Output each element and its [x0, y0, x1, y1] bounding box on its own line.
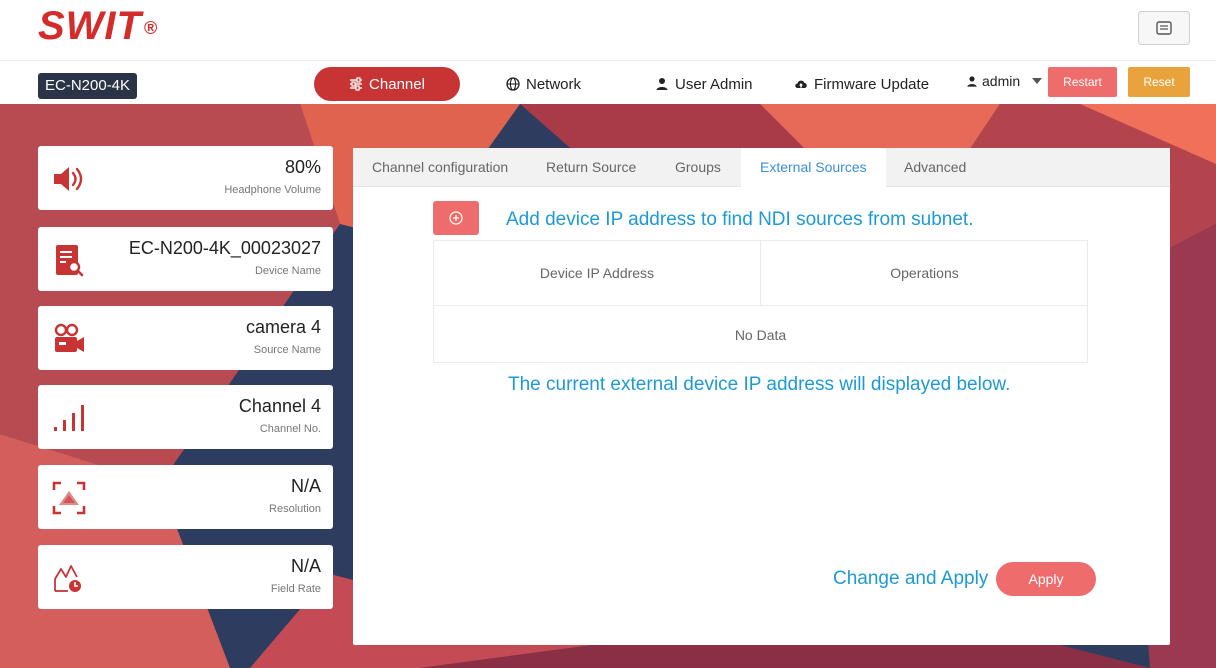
nav-user-admin[interactable]: User Admin — [655, 67, 753, 101]
user-icon — [656, 78, 668, 90]
add-ip-hint: Add device IP address to find NDI source… — [506, 209, 974, 230]
message-button[interactable] — [1138, 11, 1190, 45]
card-resolution: N/A Resolution — [38, 465, 333, 529]
nav-channel-label: Channel — [369, 75, 425, 93]
nav-user-admin-label: User Admin — [675, 75, 753, 93]
plus-circle-icon — [449, 211, 463, 225]
tab-groups[interactable]: Groups — [656, 148, 740, 187]
field-rate-value: N/A — [290, 556, 321, 576]
brand-name: SWIT — [38, 4, 142, 48]
sliders-icon — [350, 77, 363, 91]
video-camera-icon — [54, 323, 84, 352]
apply-caption: Change and Apply — [833, 568, 989, 589]
channel-no-value: Channel 4 — [238, 396, 321, 416]
globe-icon — [506, 77, 520, 91]
device-search-icon — [56, 245, 84, 277]
card-device-name: EC-N200-4K_00023027 Device Name — [38, 227, 333, 291]
cloud-upload-icon — [795, 80, 807, 88]
speaker-icon — [54, 167, 83, 191]
empty-table-row: No Data — [434, 305, 1087, 363]
resolution-label: Resolution — [269, 503, 321, 515]
ip-address-table: Device IP Address Operations No Data — [433, 240, 1088, 363]
card-field-rate: N/A Field Rate — [38, 545, 333, 609]
user-menu[interactable]: admin — [966, 73, 1043, 89]
reset-button[interactable]: Reset — [1128, 67, 1190, 97]
registered-mark: ® — [143, 17, 159, 38]
swit-logo: SWIT ® — [38, 4, 158, 49]
apply-button[interactable]: Apply — [996, 562, 1096, 596]
nav-network[interactable]: Network — [506, 67, 581, 101]
source-name-label: Source Name — [253, 344, 321, 356]
nav-channel[interactable]: Channel — [314, 67, 460, 101]
column-header-ip: Device IP Address — [434, 241, 761, 305]
column-header-operations: Operations — [890, 265, 959, 281]
resolution-icon — [52, 481, 86, 515]
tab-channel-configuration[interactable]: Channel configuration — [353, 148, 527, 187]
tab-return-source[interactable]: Return Source — [527, 148, 655, 187]
message-icon — [1156, 21, 1172, 35]
field-rate-icon — [54, 565, 81, 592]
resolution-value: N/A — [290, 476, 321, 496]
source-name-value: camera 4 — [245, 317, 321, 337]
nav-network-label: Network — [526, 75, 582, 93]
card-source-name: camera 4 Source Name — [38, 306, 333, 370]
user-icon — [967, 75, 977, 87]
top-navbar: EC-N200-4K Channel Network User Admin Fi… — [0, 60, 1216, 104]
device-name-label: Device Name — [254, 265, 321, 277]
restart-button[interactable]: Restart — [1048, 67, 1117, 97]
nav-firmware-update-label: Firmware Update — [814, 75, 930, 93]
nav-firmware-update[interactable]: Firmware Update — [794, 67, 929, 101]
channel-no-label: Channel No. — [259, 423, 321, 435]
card-headphone-volume: 80% Headphone Volume — [38, 146, 333, 210]
signal-bars-icon — [54, 405, 84, 431]
tab-advanced[interactable]: Advanced — [885, 148, 985, 187]
tab-external-sources[interactable]: External Sources — [741, 148, 886, 188]
headphone-volume-label: Headphone Volume — [224, 184, 321, 196]
tab-bar: Channel configuration Return Source Grou… — [353, 148, 1170, 188]
add-ip-button[interactable] — [433, 201, 479, 235]
ip-list-hint: The current external device IP address w… — [508, 374, 1011, 395]
card-channel-no: Channel 4 Channel No. — [38, 385, 333, 449]
field-rate-label: Field Rate — [270, 583, 321, 595]
device-name-value: EC-N200-4K_00023027 — [128, 238, 321, 258]
headphone-volume-value: 80% — [284, 157, 321, 177]
model-badge: EC-N200-4K — [38, 73, 138, 99]
user-menu-label: admin — [982, 73, 1021, 89]
chevron-down-icon — [1032, 78, 1043, 84]
external-sources-panel: Channel configuration Return Source Grou… — [353, 148, 1170, 645]
